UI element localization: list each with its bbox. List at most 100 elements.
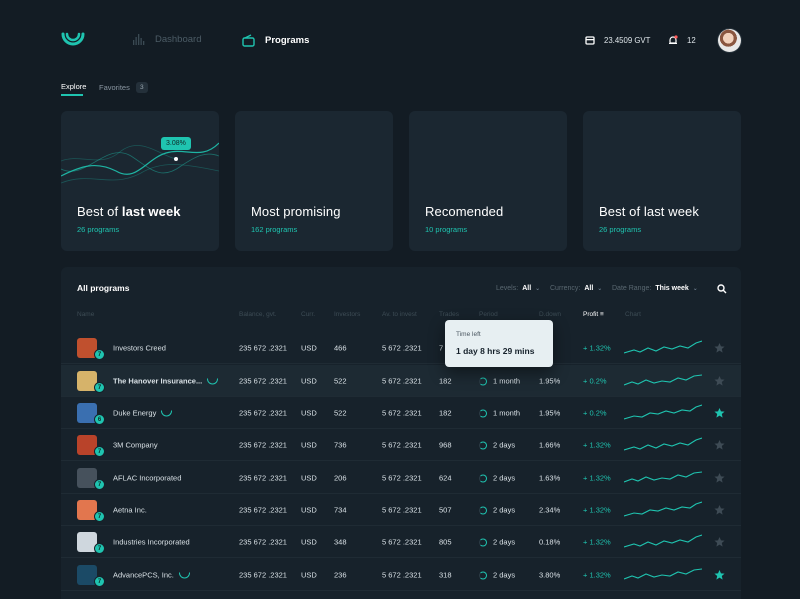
favorite-star-icon[interactable] — [714, 569, 725, 581]
table-row[interactable]: 7 AFLAC Incorporated 235 672 .2321 USD 206 5 … — [61, 462, 741, 494]
program-name[interactable]: Duke Energy — [113, 409, 173, 418]
cell-balance: 235 672 .2321 — [239, 537, 287, 547]
table-row[interactable]: 6 Duke Energy 235 672 .2321 USD 522 5 672 .23… — [61, 397, 741, 429]
col-balance[interactable]: Balance, gvt. — [239, 311, 277, 318]
nav-programs[interactable]: Programs — [242, 34, 309, 47]
time-left-tooltip: Time left 1 day 8 hrs 29 mins — [445, 320, 553, 367]
gvt-icon — [178, 572, 190, 579]
filter-label: Currency: — [550, 285, 581, 292]
filter-currency[interactable]: Currency: All ⌄ — [550, 285, 602, 292]
card-most-promising[interactable]: Most promising 162 programs — [235, 111, 393, 251]
table-row[interactable]: 7 3M Company 235 672 .2321 USD 736 5 672 .232… — [61, 429, 741, 461]
cell-avail: 5 672 .2321 — [382, 343, 422, 353]
cell-trades: 805 — [439, 537, 452, 547]
nav-programs-label: Programs — [265, 35, 310, 46]
sparkline-chart — [624, 404, 702, 420]
period-text: 1 month — [493, 376, 521, 386]
col-currency[interactable]: Curr. — [301, 311, 315, 318]
period-text: 2 days — [493, 440, 516, 450]
cell-profit: + 1.32% — [583, 343, 611, 353]
col-investors[interactable]: Investors — [334, 311, 360, 318]
row-divider — [61, 363, 741, 364]
tab-explore[interactable]: Explore — [61, 82, 86, 91]
card-subtitle: 162 programs — [251, 225, 298, 234]
level-badge: 7 — [94, 382, 105, 393]
cell-balance: 235 672 .2321 — [239, 343, 287, 353]
cell-profit: + 1.32% — [583, 473, 611, 483]
col-name[interactable]: Name — [77, 311, 94, 318]
cell-trades: 968 — [439, 440, 452, 450]
favorite-star-icon[interactable] — [714, 342, 725, 354]
wallet-small-icon — [585, 36, 595, 45]
col-profit[interactable]: Profit ≡ — [583, 311, 604, 318]
period-progress-icon — [479, 474, 487, 482]
logo-icon[interactable] — [60, 30, 86, 50]
table-row[interactable]: 7 Industries Incorporated 235 672 .2321 USD… — [61, 526, 741, 558]
cell-investors: 522 — [334, 376, 347, 386]
col-period[interactable]: Period — [479, 311, 498, 318]
program-name[interactable]: AdvancePCS, Inc. — [113, 571, 190, 580]
nav-dashboard[interactable]: Dashboard — [133, 34, 201, 45]
period-progress-icon — [479, 571, 487, 579]
cell-period: 1 month — [479, 409, 520, 418]
program-name[interactable]: Industries Incorporated — [113, 538, 190, 547]
cell-investors: 348 — [334, 537, 347, 547]
cell-balance: 235 672 .2321 — [239, 440, 287, 450]
card-chart — [61, 142, 219, 184]
favorite-star-icon[interactable] — [714, 407, 725, 419]
favorite-star-icon[interactable] — [714, 375, 725, 387]
col-trades[interactable]: Trades — [439, 311, 459, 318]
filter-date-range[interactable]: Date Range: This week ⌄ — [612, 285, 698, 292]
bar-chart-icon — [133, 34, 145, 45]
gvt-icon — [161, 410, 173, 417]
col-drawdown[interactable]: D.down — [539, 311, 561, 318]
card-best-of-last-week[interactable]: 3.08% Best of last week 26 programs — [61, 111, 219, 251]
notifications[interactable]: 12 — [668, 35, 696, 46]
tooltip-label: Time left — [456, 331, 481, 338]
program-name-text: AFLAC Incorporated — [113, 473, 182, 483]
cell-ddown: 1.63% — [539, 473, 561, 483]
favorite-star-icon[interactable] — [714, 504, 725, 516]
tab-favorites[interactable]: Favorites 3 — [99, 82, 148, 93]
col-available[interactable]: Av. to invest — [382, 311, 417, 318]
wallet-balance[interactable]: 23.4509 GVT — [585, 35, 650, 45]
cell-profit: + 0.2% — [583, 408, 607, 418]
cell-profit: + 1.32% — [583, 505, 611, 515]
program-name-text: Investors Creed — [113, 343, 166, 353]
cell-trades: 507 — [439, 505, 452, 515]
cell-period: 2 days — [479, 506, 515, 515]
favorite-star-icon[interactable] — [714, 536, 725, 548]
table-row[interactable]: 7 The Hanover Insurance... 235 672 .2321 US… — [61, 365, 741, 397]
cell-ddown: 2.34% — [539, 505, 561, 515]
avatar[interactable] — [718, 29, 741, 52]
favorite-star-icon[interactable] — [714, 472, 725, 484]
card-best-of-last-week-2[interactable]: Best of last week 26 programs — [583, 111, 741, 251]
table-row[interactable]: 7 Aetna Inc. 235 672 .2321 USD 734 5 672 .232… — [61, 494, 741, 526]
period-text: 2 days — [493, 537, 516, 547]
row-divider — [61, 557, 741, 558]
cell-curr: USD — [301, 408, 317, 418]
program-name[interactable]: Aetna Inc. — [113, 506, 147, 515]
favorite-star-icon[interactable] — [714, 439, 725, 451]
table-row[interactable]: 7 AdvancePCS, Inc. 235 672 .2321 USD 236 5 67… — [61, 559, 741, 591]
filter-label: Date Range: — [612, 285, 652, 292]
program-name[interactable]: The Hanover Insurance... — [113, 377, 219, 386]
chevron-down-icon: ⌄ — [692, 286, 698, 292]
cell-investors: 466 — [334, 343, 347, 353]
program-name[interactable]: AFLAC Incorporated — [113, 474, 181, 483]
search-icon[interactable] — [717, 284, 727, 294]
cell-investors: 522 — [334, 408, 347, 418]
period-progress-icon — [479, 441, 487, 449]
card-title: Best of last week — [77, 204, 181, 219]
program-name[interactable]: Investors Creed — [113, 344, 166, 353]
row-divider — [61, 590, 741, 591]
filter-label: Levels: — [496, 285, 519, 292]
table-row[interactable]: 7 Investors Creed 235 672 .2321 USD 466 5 672… — [61, 332, 741, 364]
card-recommended[interactable]: Recomended 10 programs — [409, 111, 567, 251]
cell-trades: 182 — [439, 376, 452, 386]
filter-levels[interactable]: Levels: All ⌄ — [496, 285, 540, 292]
filter-value: All — [584, 285, 594, 292]
program-name[interactable]: 3M Company — [113, 441, 158, 450]
cell-curr: USD — [301, 473, 317, 483]
cell-balance: 235 672 .2321 — [239, 473, 287, 483]
